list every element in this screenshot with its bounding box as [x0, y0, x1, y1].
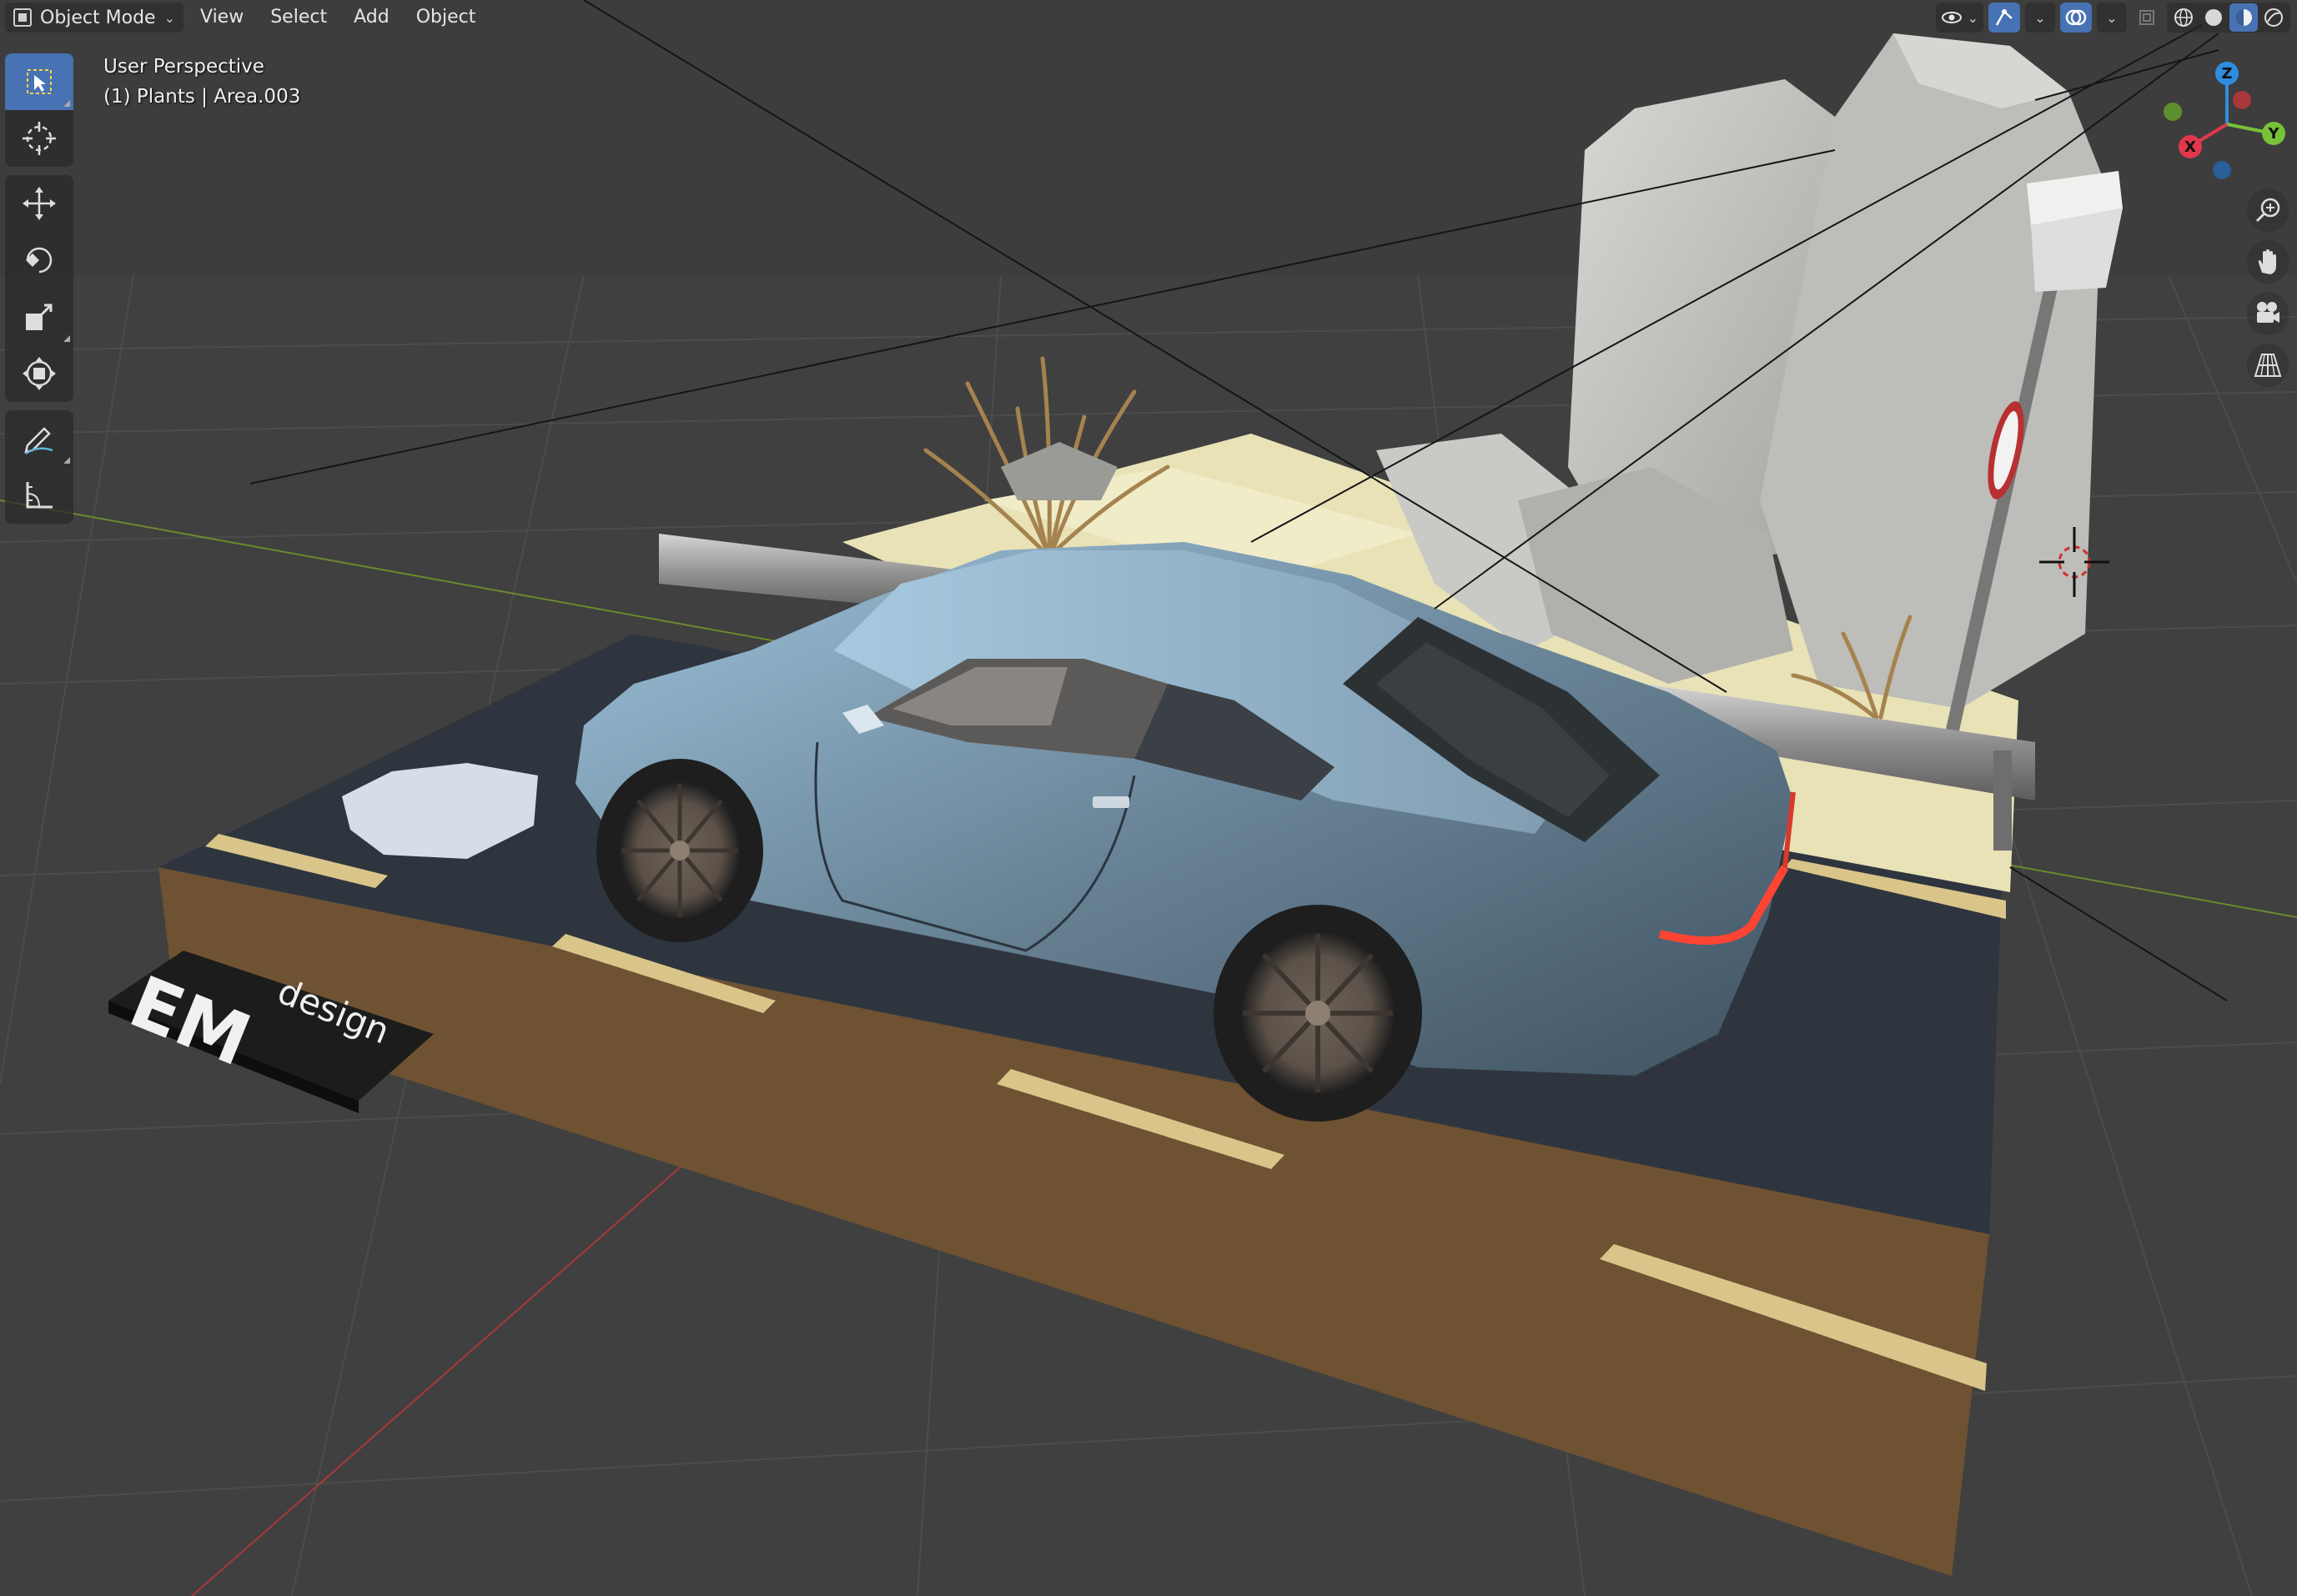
- wireframe-icon: [2174, 8, 2193, 27]
- gizmo-neg-y[interactable]: [2164, 103, 2182, 121]
- zoom-button[interactable]: [2247, 188, 2289, 232]
- shading-rendered-button[interactable]: [2259, 3, 2288, 32]
- camera-icon: [2257, 302, 2279, 323]
- gizmo-label-x: X: [2184, 138, 2196, 156]
- eye-icon: [1941, 12, 1962, 23]
- more-tools-indicator: [63, 100, 70, 107]
- gizmo-neg-z[interactable]: [2213, 161, 2231, 179]
- shading-material-button[interactable]: [2229, 3, 2258, 32]
- select-box-tool[interactable]: [5, 53, 73, 110]
- rotate-tool[interactable]: [5, 232, 73, 289]
- visibility-dropdown[interactable]: ⌄: [1935, 3, 1983, 33]
- select-box-icon: [27, 69, 52, 94]
- selection-info: (1) Plants | Area.003: [103, 86, 301, 108]
- camera-view-button[interactable]: [2247, 292, 2289, 335]
- gizmo-label-z: Z: [2221, 65, 2232, 83]
- pencil-icon: [24, 427, 53, 455]
- cursor-tool[interactable]: [5, 110, 73, 167]
- header-right: ⌄ ⌄ ⌄: [1935, 2, 2290, 33]
- ruler-icon: [26, 482, 53, 509]
- move-tool[interactable]: [5, 175, 73, 232]
- scale-tool[interactable]: [5, 289, 73, 345]
- gizmo-dropdown[interactable]: ⌄: [2025, 3, 2055, 33]
- menu-add[interactable]: Add: [344, 3, 400, 33]
- chevron-down-icon: ⌄: [163, 9, 175, 26]
- more-tools-indicator: [63, 457, 70, 464]
- mode-label: Object Mode: [40, 7, 156, 28]
- menu-object[interactable]: Object: [406, 3, 486, 33]
- chevron-down-icon: ⌄: [2106, 9, 2118, 26]
- navigation-gizmo[interactable]: Z Y X: [2152, 53, 2285, 187]
- header-left: Object Mode ⌄ View Select Add Object: [5, 2, 485, 33]
- measure-tool[interactable]: [5, 467, 73, 524]
- navigation-tools: [2247, 188, 2289, 395]
- tool-group-transform: [5, 175, 73, 402]
- transform-tool[interactable]: [5, 345, 73, 402]
- overlays-dropdown[interactable]: ⌄: [2097, 3, 2127, 33]
- overlays-toggle[interactable]: [2060, 3, 2092, 33]
- annotate-tool[interactable]: [5, 410, 73, 467]
- shading-wireframe-button[interactable]: [2169, 3, 2198, 32]
- gizmo-neg-x[interactable]: [2233, 91, 2251, 109]
- tool-group-annotate: [5, 410, 73, 524]
- grid-perspective-icon: [2254, 354, 2282, 377]
- perspective-toggle-button[interactable]: [2247, 344, 2289, 387]
- menu-select[interactable]: Select: [260, 3, 337, 33]
- rendered-sphere-icon: [2264, 8, 2283, 27]
- gizmo-label-y: Y: [2267, 125, 2279, 143]
- tool-shelf: [5, 53, 73, 532]
- more-tools-indicator: [63, 335, 70, 342]
- tool-group-select: [5, 53, 73, 167]
- transform-icon: [23, 357, 56, 390]
- menu-view[interactable]: View: [190, 3, 254, 33]
- zoom-icon: [2255, 198, 2280, 223]
- cursor-icon: [23, 122, 56, 155]
- move-icon: [23, 187, 56, 220]
- chevron-down-icon: ⌄: [1967, 9, 1978, 26]
- object-mode-icon: [13, 8, 32, 27]
- chevron-down-icon: ⌄: [2034, 9, 2046, 26]
- overlays-icon: [2065, 9, 2087, 26]
- rotate-icon: [26, 247, 53, 274]
- mode-select[interactable]: Object Mode ⌄: [5, 3, 183, 33]
- hand-icon: [2258, 249, 2276, 274]
- scene-render[interactable]: EM design: [0, 0, 2297, 1596]
- xray-icon: [2139, 10, 2154, 25]
- viewport-info: User Perspective (1) Plants | Area.003: [103, 52, 300, 112]
- 3d-viewport[interactable]: EM design Object Mode ⌄ View Select Add …: [0, 0, 2297, 1596]
- xray-toggle[interactable]: [2132, 3, 2162, 33]
- pan-button[interactable]: [2247, 240, 2289, 284]
- gizmo-toggle[interactable]: [1988, 3, 2020, 33]
- shading-modes: [2167, 3, 2290, 33]
- view-name: User Perspective: [103, 56, 264, 78]
- material-sphere-icon: [2235, 9, 2252, 26]
- solid-sphere-icon: [2205, 9, 2222, 26]
- scale-icon: [26, 304, 53, 330]
- gizmo-icon: [1995, 9, 2013, 26]
- shading-solid-button[interactable]: [2199, 3, 2228, 32]
